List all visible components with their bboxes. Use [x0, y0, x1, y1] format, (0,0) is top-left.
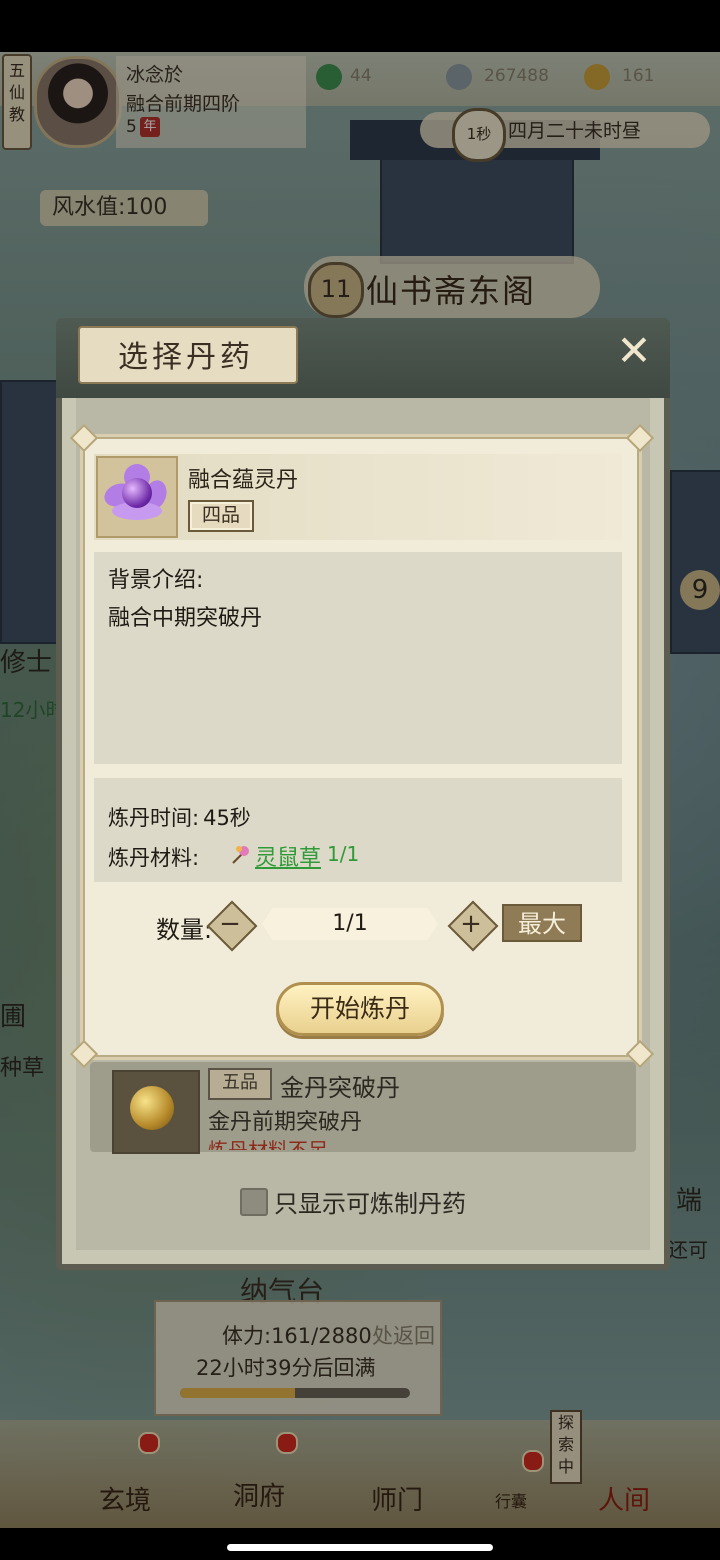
materials-label: 炼丹材料: [108, 846, 200, 870]
background-description: 融合中期突破丹 [108, 606, 263, 631]
quantity-value: 1/1 [332, 911, 368, 936]
material-link[interactable]: 灵鼠草 [255, 840, 321, 872]
modal-title: 选择丹药 [118, 340, 254, 375]
list-item-desc: 金丹前期突破丹 [208, 1110, 363, 1135]
lotus-core [122, 478, 152, 508]
grade-tag: 五品 [208, 1068, 272, 1100]
list-item-warning: 炼丹材料不足 [208, 1138, 328, 1150]
grade-tag: 四品 [188, 500, 254, 532]
home-indicator[interactable] [227, 1544, 493, 1551]
refine-time-value: 45秒 [203, 806, 251, 830]
golden-pill-icon [130, 1086, 174, 1130]
lotus-pill-icon [96, 456, 178, 538]
filter-label[interactable]: 只显示可炼制丹药 [274, 1184, 466, 1219]
system-status-area [0, 0, 720, 52]
refine-time-label: 炼丹时间: 45秒 [108, 802, 251, 832]
quantity-label: 数量: [156, 916, 213, 944]
close-icon[interactable]: ✕ [612, 330, 656, 374]
start-refining-button[interactable]: 开始炼丹 [276, 982, 444, 1036]
item-name: 融合蕴灵丹 [188, 468, 299, 493]
background-title: 背景介绍: [108, 568, 204, 593]
minus-icon: − [219, 909, 241, 939]
plus-icon: + [460, 909, 482, 939]
increase-button[interactable]: + [447, 900, 499, 952]
filter-checkbox[interactable] [240, 1188, 268, 1216]
max-button[interactable]: 最大 [502, 904, 582, 942]
herb-icon [232, 846, 249, 864]
material-count: 1/1 [327, 842, 360, 866]
decrease-button[interactable]: − [206, 900, 258, 952]
refine-time-label-text: 炼丹时间: [108, 806, 200, 830]
list-item-name: 金丹突破丹 [280, 1074, 400, 1102]
